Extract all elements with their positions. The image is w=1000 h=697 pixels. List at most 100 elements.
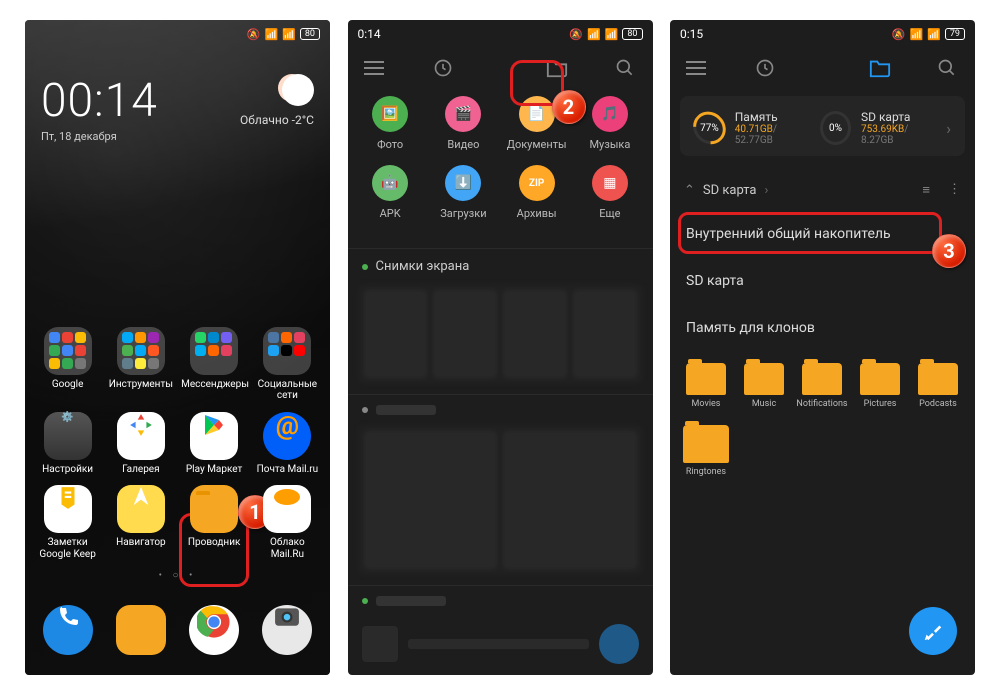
tab-recent[interactable] <box>708 58 823 78</box>
cat-video[interactable]: 🎬Видео <box>430 96 496 151</box>
storage-sd[interactable]: 0% SD карта 753.69KB/ 8.27GB <box>820 110 934 146</box>
status-bar: 0:14 🔕 📶 📶 80 <box>348 20 653 44</box>
dock-chrome[interactable] <box>189 605 239 655</box>
folder-label: Podcasts <box>919 399 957 409</box>
folder-google[interactable]: Google <box>35 327 101 402</box>
mute-icon: 🔕 <box>892 28 906 41</box>
tab-recent[interactable] <box>386 58 501 78</box>
app-settings[interactable]: ⚙️ Настройки <box>35 412 101 476</box>
storage-summary[interactable]: 77% Память 40.71GB/ 52.77GB 0% SD карта … <box>680 96 965 156</box>
dock-notes[interactable] <box>116 605 166 655</box>
menu-icon[interactable] <box>364 61 386 75</box>
cat-music[interactable]: 🎵Музыка <box>577 96 643 151</box>
app-play-market[interactable]: Play Маркет <box>181 412 247 476</box>
cat-more[interactable]: ▦Еще <box>577 165 643 220</box>
folder-item[interactable]: Notifications <box>796 363 848 409</box>
folder-label: Music <box>752 399 776 409</box>
folder-label: Социальные сети <box>258 379 317 402</box>
storage-total: 8.27GB <box>861 135 894 146</box>
folder-tools[interactable]: Инструменты <box>108 327 174 402</box>
blurred-content <box>358 425 643 575</box>
list-item-sd[interactable]: SD карта <box>670 257 975 304</box>
folder-item[interactable]: Ringtones <box>680 425 732 477</box>
category-grid: 🖼️Фото 🎬Видео 📄Документы 🎵Музыка 🤖APK ⬇️… <box>348 88 653 248</box>
cat-downloads[interactable]: ⬇️Загрузки <box>430 165 496 220</box>
chevron-right-icon: › <box>946 119 951 138</box>
folder-item[interactable]: Pictures <box>854 363 906 409</box>
app-label: Заметки Google Keep <box>39 537 95 560</box>
list-item-clones[interactable]: Память для клонов <box>670 304 975 351</box>
callout-2-badge: 2 <box>552 90 586 124</box>
menu-icon[interactable] <box>686 61 708 75</box>
folder-item[interactable]: Movies <box>680 363 732 409</box>
app-label: Навигатор <box>116 537 166 548</box>
weather-icon <box>282 74 314 106</box>
app-navigator[interactable]: Навигатор <box>108 485 174 560</box>
app-label: Play Маркет <box>186 464 243 475</box>
dock-phone[interactable] <box>43 605 93 655</box>
view-list-icon[interactable]: ≡ <box>922 182 930 198</box>
statusbar-time: 0:15 <box>680 27 703 41</box>
folder-item[interactable]: Podcasts <box>912 363 964 409</box>
folder-label: Google <box>52 379 84 390</box>
storage-pct: 0% <box>823 114 848 142</box>
app-cloud-mailru[interactable]: Облако Mail.Ru <box>254 485 320 560</box>
app-mailru[interactable]: @ Почта Mail.ru <box>254 412 320 476</box>
cat-photo[interactable]: 🖼️Фото <box>357 96 423 151</box>
app-label: Проводник <box>188 537 241 548</box>
search-icon[interactable] <box>937 58 959 78</box>
path-segment[interactable]: SD карта <box>703 183 757 198</box>
section-screenshots[interactable]: Снимки экрана <box>348 248 653 284</box>
weather-widget[interactable]: Облачно -2°C <box>240 74 314 127</box>
search-icon[interactable] <box>615 58 637 78</box>
more-icon[interactable]: ⋮ <box>948 182 961 198</box>
cat-label: Еще <box>599 207 620 220</box>
clock-widget[interactable]: 00:14 Пт, 18 декабря Облачно -2°C <box>25 44 330 149</box>
status-bar: 0:15 🔕 📶 📶 79 <box>670 20 975 44</box>
folder-messengers[interactable]: Мессенджеры <box>181 327 247 402</box>
cat-archives[interactable]: ZIPАрхивы <box>504 165 570 220</box>
tab-folders[interactable] <box>823 58 938 78</box>
app-file-manager[interactable]: Проводник <box>181 485 247 560</box>
app-label: Облако Mail.Ru <box>270 537 305 560</box>
cat-label: Фото <box>377 138 403 151</box>
app-gallery[interactable]: Галерея <box>108 412 174 476</box>
callout-3-badge: 3 <box>932 234 966 268</box>
app-label: Почта Mail.ru <box>257 464 319 475</box>
callout-3-frame <box>678 212 942 254</box>
storage-used: 753.69KB <box>861 124 904 135</box>
section-generic[interactable] <box>348 585 653 616</box>
folder-label: Ringtones <box>686 467 726 477</box>
blurred-text <box>408 639 589 649</box>
dock-camera[interactable] <box>262 605 312 655</box>
cat-apk[interactable]: 🤖APK <box>357 165 423 220</box>
wifi-icon: 📶 <box>587 28 601 41</box>
clock-time: 00:14 <box>41 74 158 128</box>
storage-internal[interactable]: 77% Память 40.71GB/ 52.77GB <box>694 110 808 146</box>
cat-label: Музыка <box>589 138 630 151</box>
dock <box>25 595 330 675</box>
page-indicator[interactable]: • ○ • <box>31 570 324 587</box>
app-keep[interactable]: Заметки Google Keep <box>35 485 101 560</box>
file-manager-storage: 0:15 🔕 📶 📶 79 77% Память 40.71GB/ 52.77G… <box>670 20 975 675</box>
chevron-up-icon[interactable]: ⌃ <box>684 183 695 198</box>
fab-blurred[interactable] <box>599 624 639 664</box>
status-bar: 🔕 📶 📶 80 <box>25 20 330 44</box>
folder-item[interactable]: Music <box>738 363 790 409</box>
folder-label: Инструменты <box>109 379 173 390</box>
cat-label: Видео <box>447 138 479 151</box>
folder-grid: Movies Music Notifications Pictures Podc… <box>670 351 975 421</box>
folder-label: Notifications <box>796 399 847 409</box>
fab-clean[interactable] <box>909 607 957 655</box>
path-bar: ⌃ SD карта › ≡ ⋮ <box>670 170 975 210</box>
bullet-icon <box>362 264 368 270</box>
blurred-thumb <box>362 626 398 662</box>
signal-icon: 📶 <box>605 28 619 41</box>
battery-icon: 80 <box>622 28 642 40</box>
storage-total: 52.77GB <box>735 135 773 146</box>
cat-label: Загрузки <box>440 207 486 220</box>
folder-social[interactable]: Социальные сети <box>254 327 320 402</box>
storage-used: 40.71GB <box>735 124 773 135</box>
section-generic[interactable] <box>348 394 653 425</box>
top-toolbar <box>670 44 975 88</box>
